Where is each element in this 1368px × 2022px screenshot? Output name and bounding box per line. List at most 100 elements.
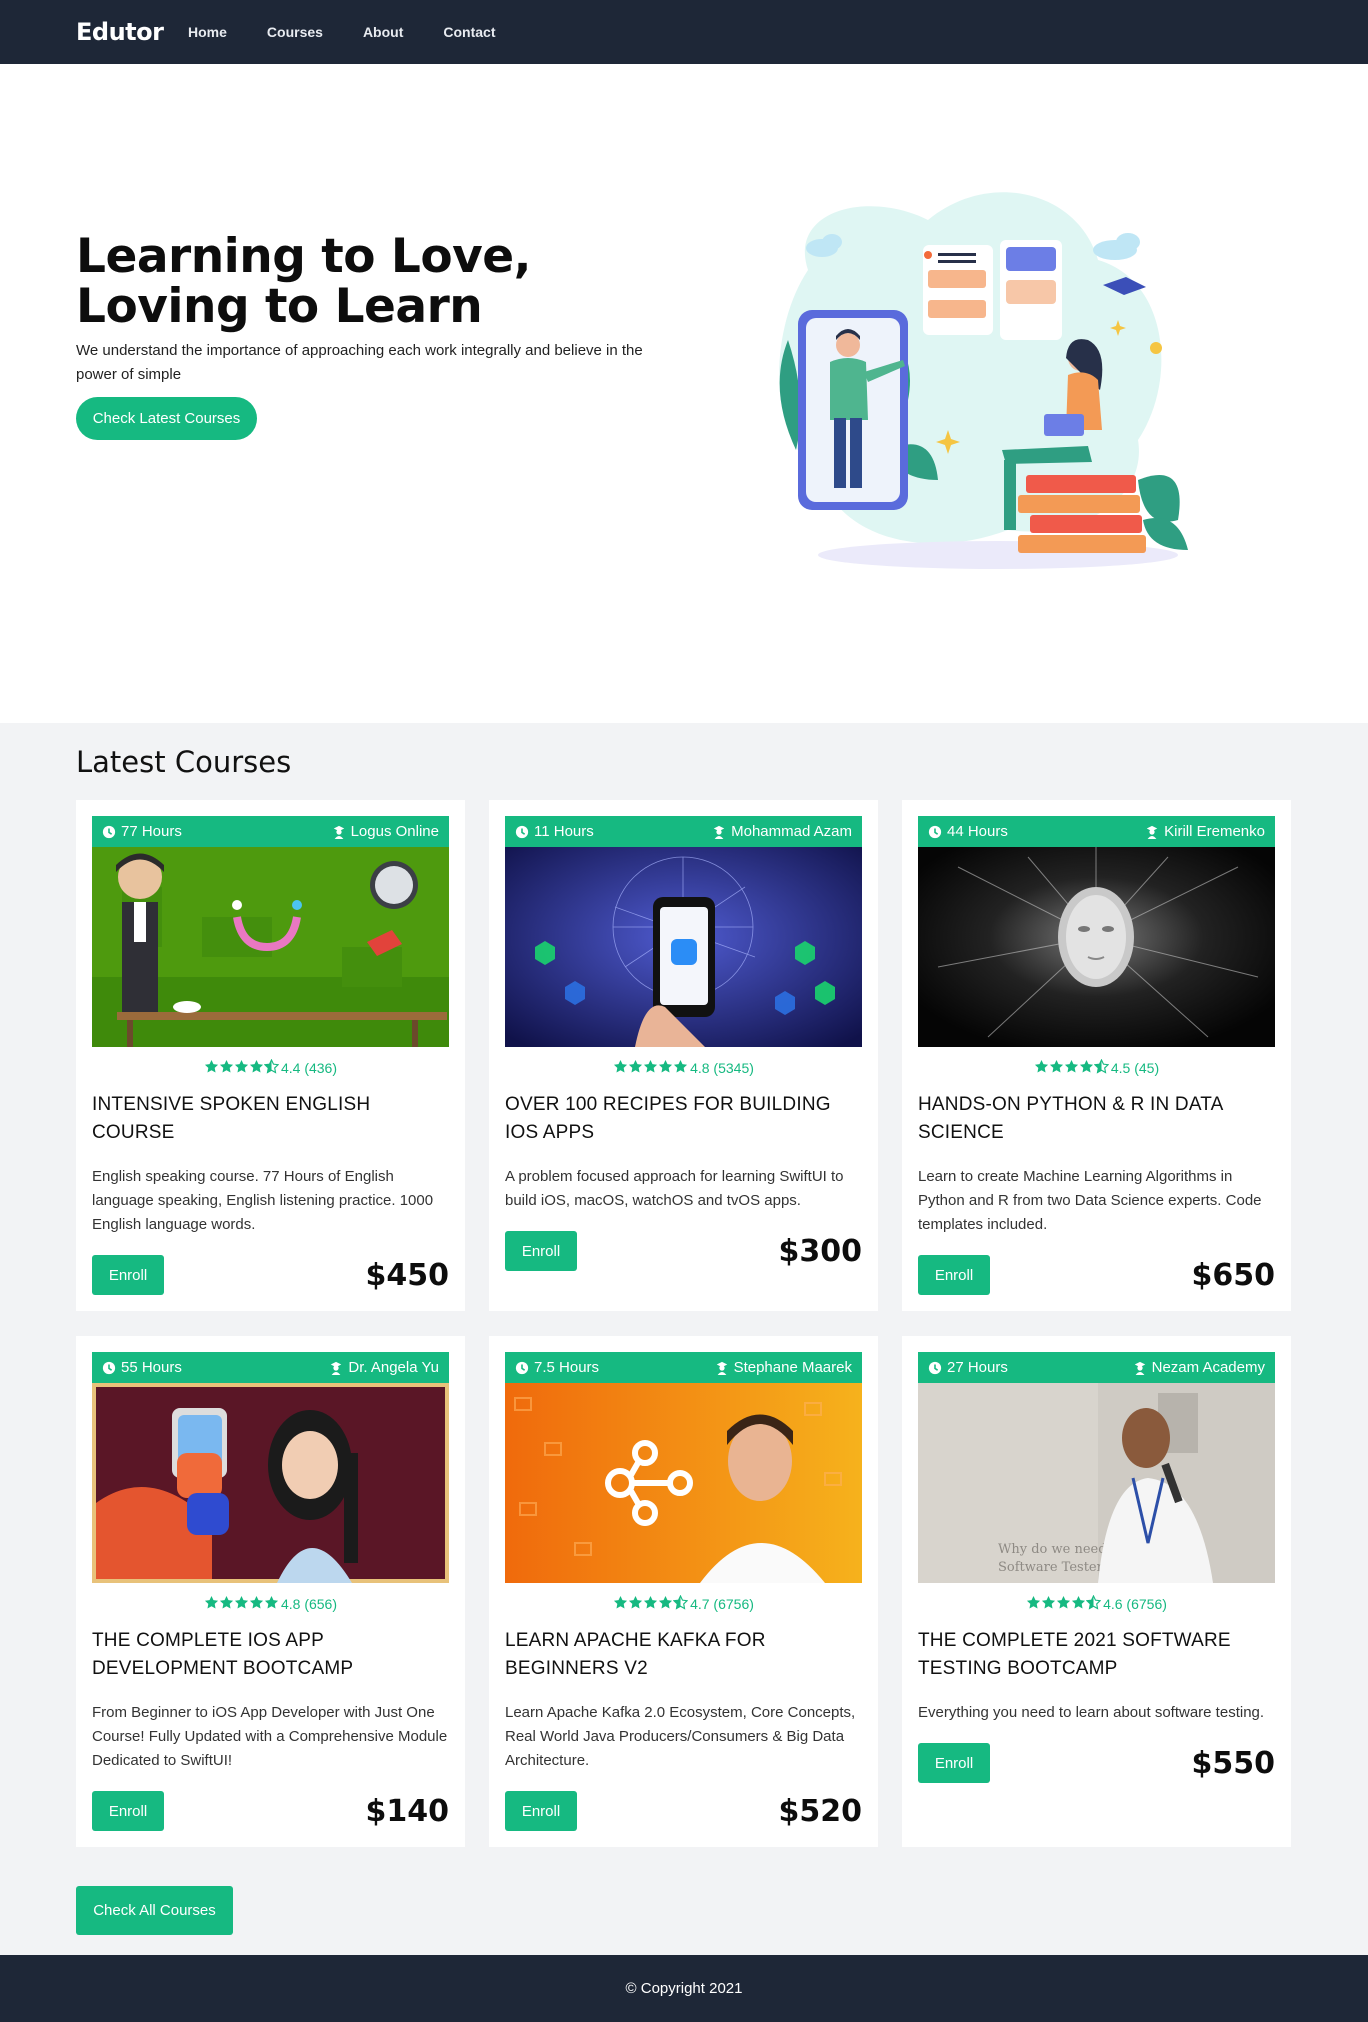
course-hours: 7.5 Hours	[534, 1359, 600, 1376]
star-icon	[659, 1595, 673, 1609]
star-icon	[1079, 1059, 1093, 1073]
nav-contact[interactable]: Contact	[443, 24, 495, 40]
course-description: English speaking course. 77 Hours of Eng…	[92, 1168, 434, 1233]
footer: © Copyright 2021	[0, 1955, 1368, 2022]
copyright-text: © Copyright 2021	[625, 1980, 743, 1997]
course-title[interactable]: LEARN APACHE KAFKA FOR BEGINNERS V2	[505, 1627, 862, 1683]
check-all-courses-button[interactable]: Check All Courses	[76, 1886, 233, 1935]
rating-stars	[1034, 1059, 1109, 1077]
star-icon	[659, 1059, 673, 1073]
course-rating: 4.5 (45)	[918, 1059, 1275, 1077]
course-description: A problem focused approach for learning …	[505, 1168, 844, 1209]
course-image: Why do we need Software Testers	[918, 1383, 1275, 1583]
course-hours: 27 Hours	[947, 1359, 1008, 1376]
clock-icon	[515, 1361, 529, 1374]
star-icon	[644, 1059, 658, 1073]
course-title[interactable]: OVER 100 RECIPES FOR BUILDING IOS APPS	[505, 1091, 862, 1147]
rating-stars	[204, 1595, 279, 1613]
star-icon	[263, 1059, 279, 1074]
enroll-button[interactable]: Enroll	[92, 1791, 164, 1831]
rating-text: 4.4 (436)	[280, 1060, 338, 1076]
instructor-icon	[716, 1361, 727, 1375]
star-icon	[234, 1595, 249, 1609]
course-image	[505, 1383, 862, 1583]
clock-icon	[102, 1361, 116, 1374]
course-card: 55 Hours Dr. Angela Yu 4.8 (656) THE COM…	[76, 1336, 465, 1847]
clock-icon	[515, 825, 529, 838]
course-title[interactable]: HANDS-ON PYTHON & R IN DATA SCIENCE	[918, 1091, 1275, 1147]
star-icon	[219, 1059, 234, 1073]
course-image	[918, 847, 1275, 1047]
hero-subtitle: We understand the importance of approach…	[76, 342, 643, 383]
course-author: Mohammad Azam	[731, 823, 852, 840]
course-card: 44 Hours Kirill Eremenko 4.5 (45) HANDS-…	[902, 800, 1291, 1311]
star-icon	[1064, 1059, 1078, 1073]
rating-stars	[613, 1595, 689, 1613]
star-icon	[614, 1595, 628, 1609]
course-price: $550	[1191, 1745, 1276, 1781]
star-icon	[614, 1059, 628, 1073]
rating-stars	[613, 1059, 688, 1077]
clock-icon	[928, 1361, 942, 1374]
course-price: $140	[365, 1793, 450, 1829]
star-icon	[264, 1595, 279, 1609]
star-icon	[1086, 1595, 1102, 1610]
course-author: Logus Online	[350, 823, 439, 840]
enroll-button[interactable]: Enroll	[92, 1255, 164, 1295]
star-icon	[249, 1059, 264, 1073]
nav-home[interactable]: Home	[188, 24, 227, 40]
course-title[interactable]: THE COMPLETE IOS APP DEVELOPMENT BOOTCAM…	[92, 1627, 449, 1683]
hero-title-line1: Learning to Love,	[76, 229, 531, 284]
star-icon	[1057, 1595, 1071, 1609]
course-card: 7.5 Hours Stephane Maarek 4.7 (6756) LEA…	[489, 1336, 878, 1847]
star-icon	[234, 1059, 249, 1073]
course-title[interactable]: INTENSIVE SPOKEN ENGLISH COURSE	[92, 1091, 449, 1147]
course-price: $450	[365, 1257, 450, 1293]
rating-stars	[204, 1059, 279, 1077]
hero-illustration	[779, 192, 1188, 569]
course-price: $300	[778, 1233, 863, 1269]
star-icon	[629, 1595, 643, 1609]
star-icon	[673, 1595, 689, 1610]
enroll-button[interactable]: Enroll	[505, 1231, 577, 1271]
star-icon	[204, 1059, 219, 1073]
image-caption-line1: Why do we need	[998, 1542, 1107, 1557]
star-icon	[219, 1595, 234, 1609]
course-author: Kirill Eremenko	[1164, 823, 1265, 840]
nav-about[interactable]: About	[363, 24, 403, 40]
rating-text: 4.8 (5345)	[690, 1060, 754, 1076]
card-header: 77 Hours Logus Online	[92, 816, 449, 847]
star-icon	[1072, 1595, 1086, 1609]
course-description: Everything you need to learn about softw…	[918, 1704, 1265, 1721]
course-hours: 11 Hours	[534, 823, 594, 840]
brand-logo[interactable]: Edutor	[76, 18, 164, 46]
star-icon	[644, 1595, 658, 1609]
hero-title: Learning to Love, Loving to Learn	[76, 232, 676, 332]
enroll-button[interactable]: Enroll	[918, 1743, 990, 1783]
clock-icon	[928, 825, 942, 838]
navbar: Edutor Home Courses About Contact	[0, 0, 1368, 64]
hero-title-line2: Loving to Learn	[76, 279, 483, 334]
check-latest-courses-button[interactable]: Check Latest Courses	[76, 397, 257, 440]
rating-text: 4.8 (656)	[280, 1596, 338, 1612]
star-icon	[204, 1595, 219, 1609]
course-image	[92, 847, 449, 1047]
course-title[interactable]: THE COMPLETE 2021 SOFTWARE TESTING BOOTC…	[918, 1627, 1275, 1683]
course-rating: 4.6 (6756)	[918, 1595, 1275, 1613]
enroll-button[interactable]: Enroll	[505, 1791, 577, 1831]
star-icon	[1034, 1059, 1048, 1073]
course-description: From Beginner to iOS App Developer with …	[92, 1704, 448, 1769]
rating-text: 4.6 (6756)	[1103, 1596, 1167, 1612]
section-title: Latest Courses	[76, 745, 292, 779]
star-icon	[1093, 1059, 1109, 1074]
course-card: 11 Hours Mohammad Azam 4.8 (5345) OVER 1…	[489, 800, 878, 1311]
course-rating: 4.8 (5345)	[505, 1059, 862, 1077]
course-description: Learn to create Machine Learning Algorit…	[918, 1168, 1262, 1233]
star-icon	[629, 1059, 643, 1073]
star-icon	[1042, 1595, 1056, 1609]
nav-courses[interactable]: Courses	[267, 24, 323, 40]
course-author: Dr. Angela Yu	[348, 1359, 439, 1376]
course-rating: 4.4 (436)	[92, 1059, 449, 1077]
enroll-button[interactable]: Enroll	[918, 1255, 990, 1295]
card-header: 11 Hours Mohammad Azam	[505, 816, 862, 847]
